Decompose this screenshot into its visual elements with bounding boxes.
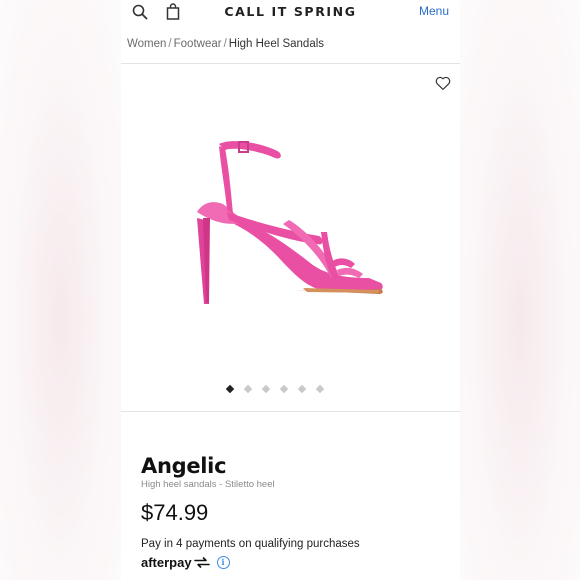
menu-button[interactable]: Menu [419,4,449,18]
breadcrumb-item-footwear[interactable]: Footwear [174,38,222,50]
product-subtitle: High heel sandals - Stiletto heel [141,479,275,490]
installments-text: Pay in 4 payments on qualifying purchase… [141,538,360,550]
gallery-divider [121,411,460,412]
breadcrumb: Women / Footwear / High Heel Sandals [127,38,324,50]
afterpay-row: afterpay i [141,553,230,571]
product-image-sandal [197,141,383,304]
info-icon[interactable]: i [216,555,230,569]
afterpay-label: afterpay [141,554,192,570]
gallery-pagination [225,384,325,394]
product-gallery[interactable] [121,64,460,410]
gallery-dot-1[interactable] [225,384,235,394]
gallery-dot-2[interactable] [243,384,253,394]
heart-outline-icon[interactable] [434,74,452,92]
product-page: CALL IT SPRING Menu Women / Footwear / High … [121,0,460,580]
page-backdrop-left [0,0,121,580]
breadcrumb-separator: / [223,38,227,50]
gallery-dot-5[interactable] [297,384,307,394]
breadcrumb-item-women[interactable]: Women [127,38,166,50]
breadcrumb-current: High Heel Sandals [228,38,325,50]
gallery-dot-3[interactable] [261,384,271,394]
product-title: Angelic [141,454,227,478]
gallery-dot-6[interactable] [315,384,325,394]
gallery-dot-4[interactable] [279,384,289,394]
afterpay-arrows-icon [193,556,210,568]
brand-logo[interactable]: CALL IT SPRING [121,4,460,19]
afterpay-logo: afterpay [141,555,211,570]
breadcrumb-separator: / [168,38,172,50]
product-price: $74.99 [141,500,209,525]
site-header: CALL IT SPRING Menu [121,0,460,26]
page-backdrop-right [460,0,580,580]
